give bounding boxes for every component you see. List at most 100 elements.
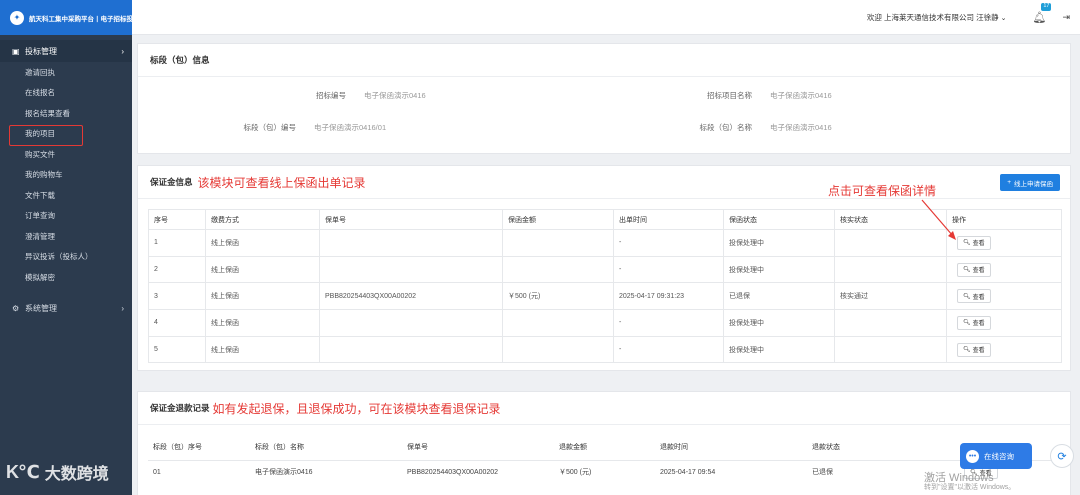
menu-group-label: 系统管理	[25, 304, 57, 313]
chevron-right-icon: ›	[121, 46, 124, 56]
table-cell	[319, 255, 503, 284]
sidebar-item-objection[interactable]: 异议投诉（投标人）	[0, 247, 132, 268]
card-title: 保证金退款记录 如有发起退保，且退保成功，可在该模块查看退保记录	[138, 392, 1070, 425]
logo-icon: ✦	[10, 10, 24, 25]
logout-icon[interactable]: ⇥	[1062, 12, 1070, 23]
table-cell: PBB820254403QX00A00202	[407, 468, 499, 476]
sidebar-item-clarification[interactable]: 澄清管理	[0, 226, 132, 247]
button-label: 查看	[972, 241, 985, 248]
notification-badge: 17	[1041, 3, 1052, 11]
field-label: 招标编号	[316, 91, 346, 100]
chat-icon: •••	[966, 449, 979, 463]
refresh-icon[interactable]: ⟳	[1050, 444, 1074, 468]
table-cell	[834, 255, 947, 284]
view-button[interactable]: 🔍︎ 查看	[957, 235, 991, 250]
table-row: 1 线上保函 - 投保处理中 🔍︎ 查看	[148, 229, 1062, 257]
chevron-right-icon: ›	[121, 304, 124, 313]
table-cell: 电子保函演示0416	[255, 469, 313, 477]
table-cell	[834, 229, 947, 257]
table-cell: 2025-04-17 09:31:23	[613, 282, 724, 311]
sidebar-item-simulated-decryption[interactable]: 模拟解密	[0, 267, 132, 288]
bell-icon[interactable]: 🔔︎ 17	[1032, 3, 1052, 24]
search-icon: 🔍︎	[963, 347, 971, 354]
column-header: 退款时间	[655, 435, 807, 461]
table-row: 2 线上保函 - 投保处理中 🔍︎ 查看	[148, 255, 1062, 284]
sidebar-item-file-download[interactable]: 文件下载	[0, 185, 132, 206]
field-label: 招标项目名称	[707, 91, 752, 100]
logo-text: 航天科工集中采购平台丨电子招标投标专区	[29, 15, 132, 23]
sidebar-item-order-query[interactable]: 订单查询	[0, 206, 132, 227]
gear-icon: ⚙	[12, 304, 20, 313]
sidebar-item-cart[interactable]: 我的购物车	[0, 165, 132, 186]
card-title-text: 保证金退款记录	[150, 403, 210, 413]
card-title: 标段（包）信息	[138, 44, 1070, 77]
field-value: 电子保函演示0416/01	[314, 123, 387, 132]
table-cell	[502, 229, 614, 257]
windows-activation-watermark: 激活 Windows 转到"设置"以激活 Windows。	[924, 472, 1015, 492]
table-cell: 1	[148, 229, 206, 257]
view-button[interactable]: 🔍︎ 查看	[957, 289, 991, 304]
sidebar-item-buy-documents[interactable]: 购买文件	[0, 144, 132, 165]
table-cell: 5	[148, 335, 206, 364]
search-icon: 🔍︎	[963, 240, 971, 247]
column-header: 出单时间	[613, 209, 724, 230]
sidebar-item-online-registration[interactable]: 在线报名	[0, 83, 132, 104]
click-annotation: 点击可查看保函详情	[828, 184, 937, 198]
table-cell: 投保处理中	[723, 255, 835, 284]
info-row: 标段（包）名称 电子保函演示0416	[664, 122, 832, 133]
table-cell: -	[613, 255, 724, 284]
button-label: 在线咨询	[984, 451, 1014, 461]
watermark-line: 转到"设置"以激活 Windows。	[924, 484, 1016, 492]
action-cell: 🔍︎ 查看	[946, 335, 1062, 364]
table-cell: 01	[153, 468, 161, 476]
view-button[interactable]: 🔍︎ 查看	[957, 315, 991, 330]
column-header: 保函金额	[502, 209, 614, 230]
briefcase-icon: ▣	[12, 46, 20, 56]
sidebar-item-invitation[interactable]: 邀请回执	[0, 62, 132, 83]
table-cell: PBB820254403QX00A00202	[319, 282, 503, 311]
watermark: K℃ 大数跨境	[6, 460, 109, 484]
table-cell	[502, 309, 614, 337]
field-label: 标段（包）名称	[699, 123, 753, 132]
apply-guarantee-button[interactable]: + 线上申请保函	[1000, 174, 1060, 191]
sidebar: ✦ 航天科工集中采购平台丨电子招标投标专区 ▣ 投标管理 › 邀请回执 在线报名…	[0, 0, 132, 495]
view-button[interactable]: 🔍︎ 查看	[957, 342, 991, 357]
column-header: 操作	[946, 209, 1062, 230]
table-cell: 线上保函	[205, 309, 320, 337]
table-cell: 线上保函	[205, 255, 320, 284]
table-cell	[834, 335, 947, 364]
menu-group-bidding[interactable]: ▣ 投标管理 ›	[0, 40, 132, 62]
table-cell	[319, 335, 503, 364]
button-label: 查看	[972, 268, 985, 275]
button-label: 线上申请保函	[1014, 180, 1053, 188]
watermark-line: 激活 Windows	[924, 472, 994, 484]
column-header: 标段（包）名称	[250, 435, 402, 461]
view-button[interactable]: 🔍︎ 查看	[957, 262, 991, 277]
menu-group-system[interactable]: ⚙ 系统管理 ›	[0, 298, 132, 320]
search-icon: 🔍︎	[963, 267, 971, 274]
table-row: 4 线上保函 - 投保处理中 🔍︎ 查看	[148, 309, 1062, 337]
table-cell: -	[613, 229, 724, 257]
info-row: 招标项目名称 电子保函演示0416	[664, 90, 832, 101]
table-cell: 线上保函	[205, 335, 320, 364]
column-header: 缴费方式	[205, 209, 320, 230]
table-cell	[502, 255, 614, 284]
sidebar-item-registration-result[interactable]: 报名结果查看	[0, 103, 132, 124]
table-cell: 投保处理中	[723, 335, 835, 364]
table-cell	[834, 309, 947, 337]
action-cell: 🔍︎ 查看	[946, 309, 1062, 337]
button-label: 查看	[972, 294, 985, 301]
field-value: 电子保函演示0416	[770, 91, 832, 100]
sidebar-item-my-projects[interactable]: 我的项目	[0, 124, 132, 145]
watermark-logo: K℃	[6, 461, 40, 482]
column-header: 保函状态	[723, 209, 835, 230]
table-cell: 核实通过	[834, 282, 947, 311]
table-header-row: 序号 缴费方式 保单号 保函金额 出单时间 保函状态 核实状态 操作	[148, 209, 1062, 230]
column-header: 序号	[148, 209, 206, 230]
chevron-down-icon: ⌄	[1000, 14, 1007, 22]
field-value: 电子保函演示0416	[770, 123, 832, 132]
online-chat-button[interactable]: ••• 在线咨询	[960, 443, 1032, 469]
user-menu[interactable]: 欢迎 上海莱天通信技术有限公司 汪徐静 ⌄	[867, 12, 1007, 23]
logo[interactable]: ✦ 航天科工集中采购平台丨电子招标投标专区	[0, 0, 132, 35]
action-cell: 🔍︎ 查看	[946, 229, 1062, 257]
